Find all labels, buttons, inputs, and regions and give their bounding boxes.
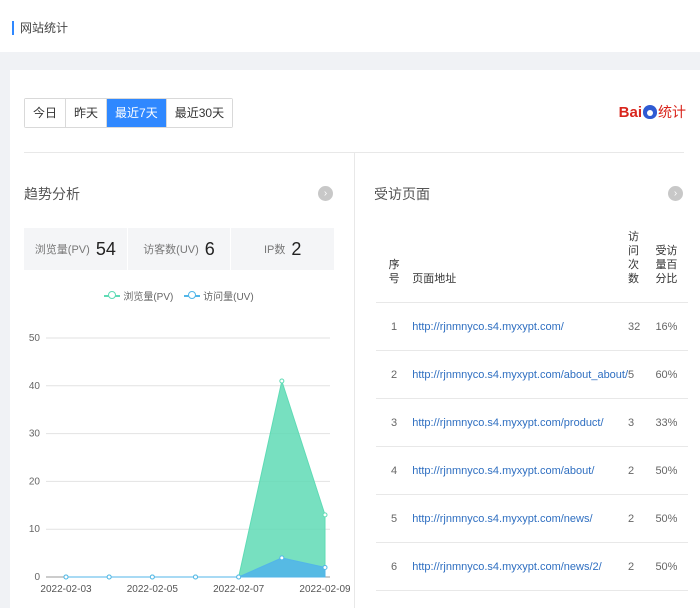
row-percent: 50% [655, 494, 688, 543]
stat-pv: 浏览量(PV) 54 [24, 228, 128, 270]
top-bar: 网站统计 [0, 0, 700, 52]
row-url-link[interactable]: http://rjnmnyco.s4.myxypt.com/product/ [412, 398, 629, 447]
stat-uv-value: 6 [204, 238, 215, 259]
table-row: 1 http://rjnmnyco.s4.myxypt.com/ 32 16% [376, 302, 688, 351]
col-header-url: 页面地址 [412, 230, 629, 303]
row-url-link[interactable]: http://rjnmnyco.s4.myxypt.com/news/2/ [412, 542, 629, 591]
row-percent: 50% [655, 542, 688, 591]
row-no: 4 [376, 446, 413, 495]
data-point [149, 574, 155, 580]
tab-today[interactable]: 今日 [25, 99, 67, 127]
row-url-link[interactable]: http://rjnmnyco.s4.myxypt.com/news/ [412, 494, 629, 543]
logo-text-b: 统计 [658, 104, 686, 120]
table-row: 2 http://rjnmnyco.s4.myxypt.com/about_ab… [376, 350, 688, 399]
row-no: 1 [376, 302, 413, 351]
legend-uv-swatch [184, 290, 201, 299]
baidu-paw-icon [643, 105, 657, 119]
table-row: 3 http://rjnmnyco.s4.myxypt.com/product/… [376, 398, 688, 447]
row-percent: 50% [655, 446, 688, 495]
chart-legend: 浏览量(PV) 访问量(UV) [24, 288, 334, 303]
y-tick-label: 20 [29, 476, 41, 487]
row-visits: 3 [628, 398, 656, 447]
series-area-1 [66, 557, 326, 578]
x-tick-label: 2022-02-05 [127, 584, 179, 595]
row-url-link[interactable]: http://rjnmnyco.s4.myxypt.com/about/ [412, 446, 629, 495]
x-tick-label: 2022-02-09 [299, 584, 350, 595]
row-visits: 2 [628, 542, 656, 591]
pages-title: 受访页面 [374, 186, 430, 202]
tab-yesterday[interactable]: 昨天 [66, 99, 108, 127]
x-tick-label: 2022-02-07 [213, 584, 265, 595]
logo-text-a: Bai [618, 104, 642, 121]
y-tick-label: 10 [29, 524, 41, 535]
table-row: 6 http://rjnmnyco.s4.myxypt.com/news/2/ … [376, 542, 688, 591]
series-area-0 [66, 379, 326, 578]
stat-uv: 访客数(UV) 6 [128, 228, 232, 270]
legend-item-uv[interactable]: 访问量(UV) [184, 288, 254, 303]
legend-item-pv[interactable]: 浏览量(PV) [104, 288, 173, 303]
baidu-tongji-logo[interactable]: Bai 统计 [619, 102, 686, 122]
trend-chart: 0 10 20 30 40 50 2022-02-03 2022-02-05 2022-02-0… [29, 333, 350, 595]
y-tick-label: 40 [29, 381, 41, 392]
stat-uv-label: 访客数(UV) [143, 244, 199, 256]
col-header-no: 序号 [376, 230, 413, 303]
y-tick-label: 0 [34, 572, 40, 583]
tab-last-7-days[interactable]: 最近7天 [107, 99, 167, 127]
stat-ip-label: IP数 [263, 244, 286, 256]
pages-more-icon[interactable]: › [668, 186, 683, 201]
trend-more-icon[interactable]: › [318, 186, 333, 201]
data-point [63, 574, 69, 580]
summary-stats: 浏览量(PV) 54 访客数(UV) 6 IP数 2 [24, 228, 334, 270]
table-row: 5 http://rjnmnyco.s4.myxypt.com/news/ 2 … [376, 494, 688, 543]
breadcrumb: 网站统计 [12, 21, 68, 35]
row-percent: 16% [655, 302, 688, 351]
row-no: 2 [376, 350, 413, 399]
data-point [279, 555, 285, 561]
stat-ip: IP数 2 [231, 228, 334, 270]
stats-card: 今日 昨天 最近7天 最近30天 Bai 统计 趋势分析 › 浏览量(PV) 54… [10, 70, 700, 608]
data-point [236, 574, 242, 580]
data-point [279, 378, 285, 384]
row-no: 3 [376, 398, 413, 447]
table-row: 4 http://rjnmnyco.s4.myxypt.com/about/ 2… [376, 446, 688, 495]
stat-pv-value: 54 [95, 238, 116, 259]
tab-last-30-days[interactable]: 最近30天 [166, 99, 233, 127]
row-no: 6 [376, 542, 413, 591]
legend-pv-swatch [104, 290, 121, 299]
trend-title: 趋势分析 [24, 186, 80, 202]
date-range-tabs: 今日 昨天 最近7天 最近30天 [24, 98, 234, 128]
data-point [322, 564, 328, 570]
row-visits: 5 [628, 350, 656, 399]
data-point [193, 574, 198, 580]
row-url-link[interactable]: http://rjnmnyco.s4.myxypt.com/about_abou… [412, 350, 629, 399]
divider-vertical [354, 153, 355, 608]
table-header-row: 序号 页面地址 访问次数 受访量百分比 [376, 230, 688, 303]
col-header-percent: 受访量百分比 [655, 230, 688, 303]
data-point [106, 574, 112, 580]
row-visits: 2 [628, 494, 656, 543]
y-tick-label: 50 [29, 333, 41, 344]
row-url-link[interactable]: http://rjnmnyco.s4.myxypt.com/ [412, 302, 629, 351]
row-visits: 32 [628, 302, 656, 351]
x-tick-label: 2022-02-03 [40, 584, 92, 595]
row-percent: 60% [655, 350, 688, 399]
row-visits: 2 [628, 446, 656, 495]
row-no: 5 [376, 494, 413, 543]
stat-pv-label: 浏览量(PV) [34, 244, 90, 256]
data-point [322, 512, 328, 518]
stat-ip-value: 2 [291, 238, 302, 259]
legend-uv-label: 访问量(UV) [203, 292, 254, 303]
col-header-visits: 访问次数 [628, 230, 656, 303]
pages-table: 序号 页面地址 访问次数 受访量百分比 1 http://rjnmnyco.s4… [376, 230, 688, 591]
legend-pv-label: 浏览量(PV) [123, 292, 174, 303]
y-tick-label: 30 [29, 429, 41, 440]
row-percent: 33% [655, 398, 688, 447]
